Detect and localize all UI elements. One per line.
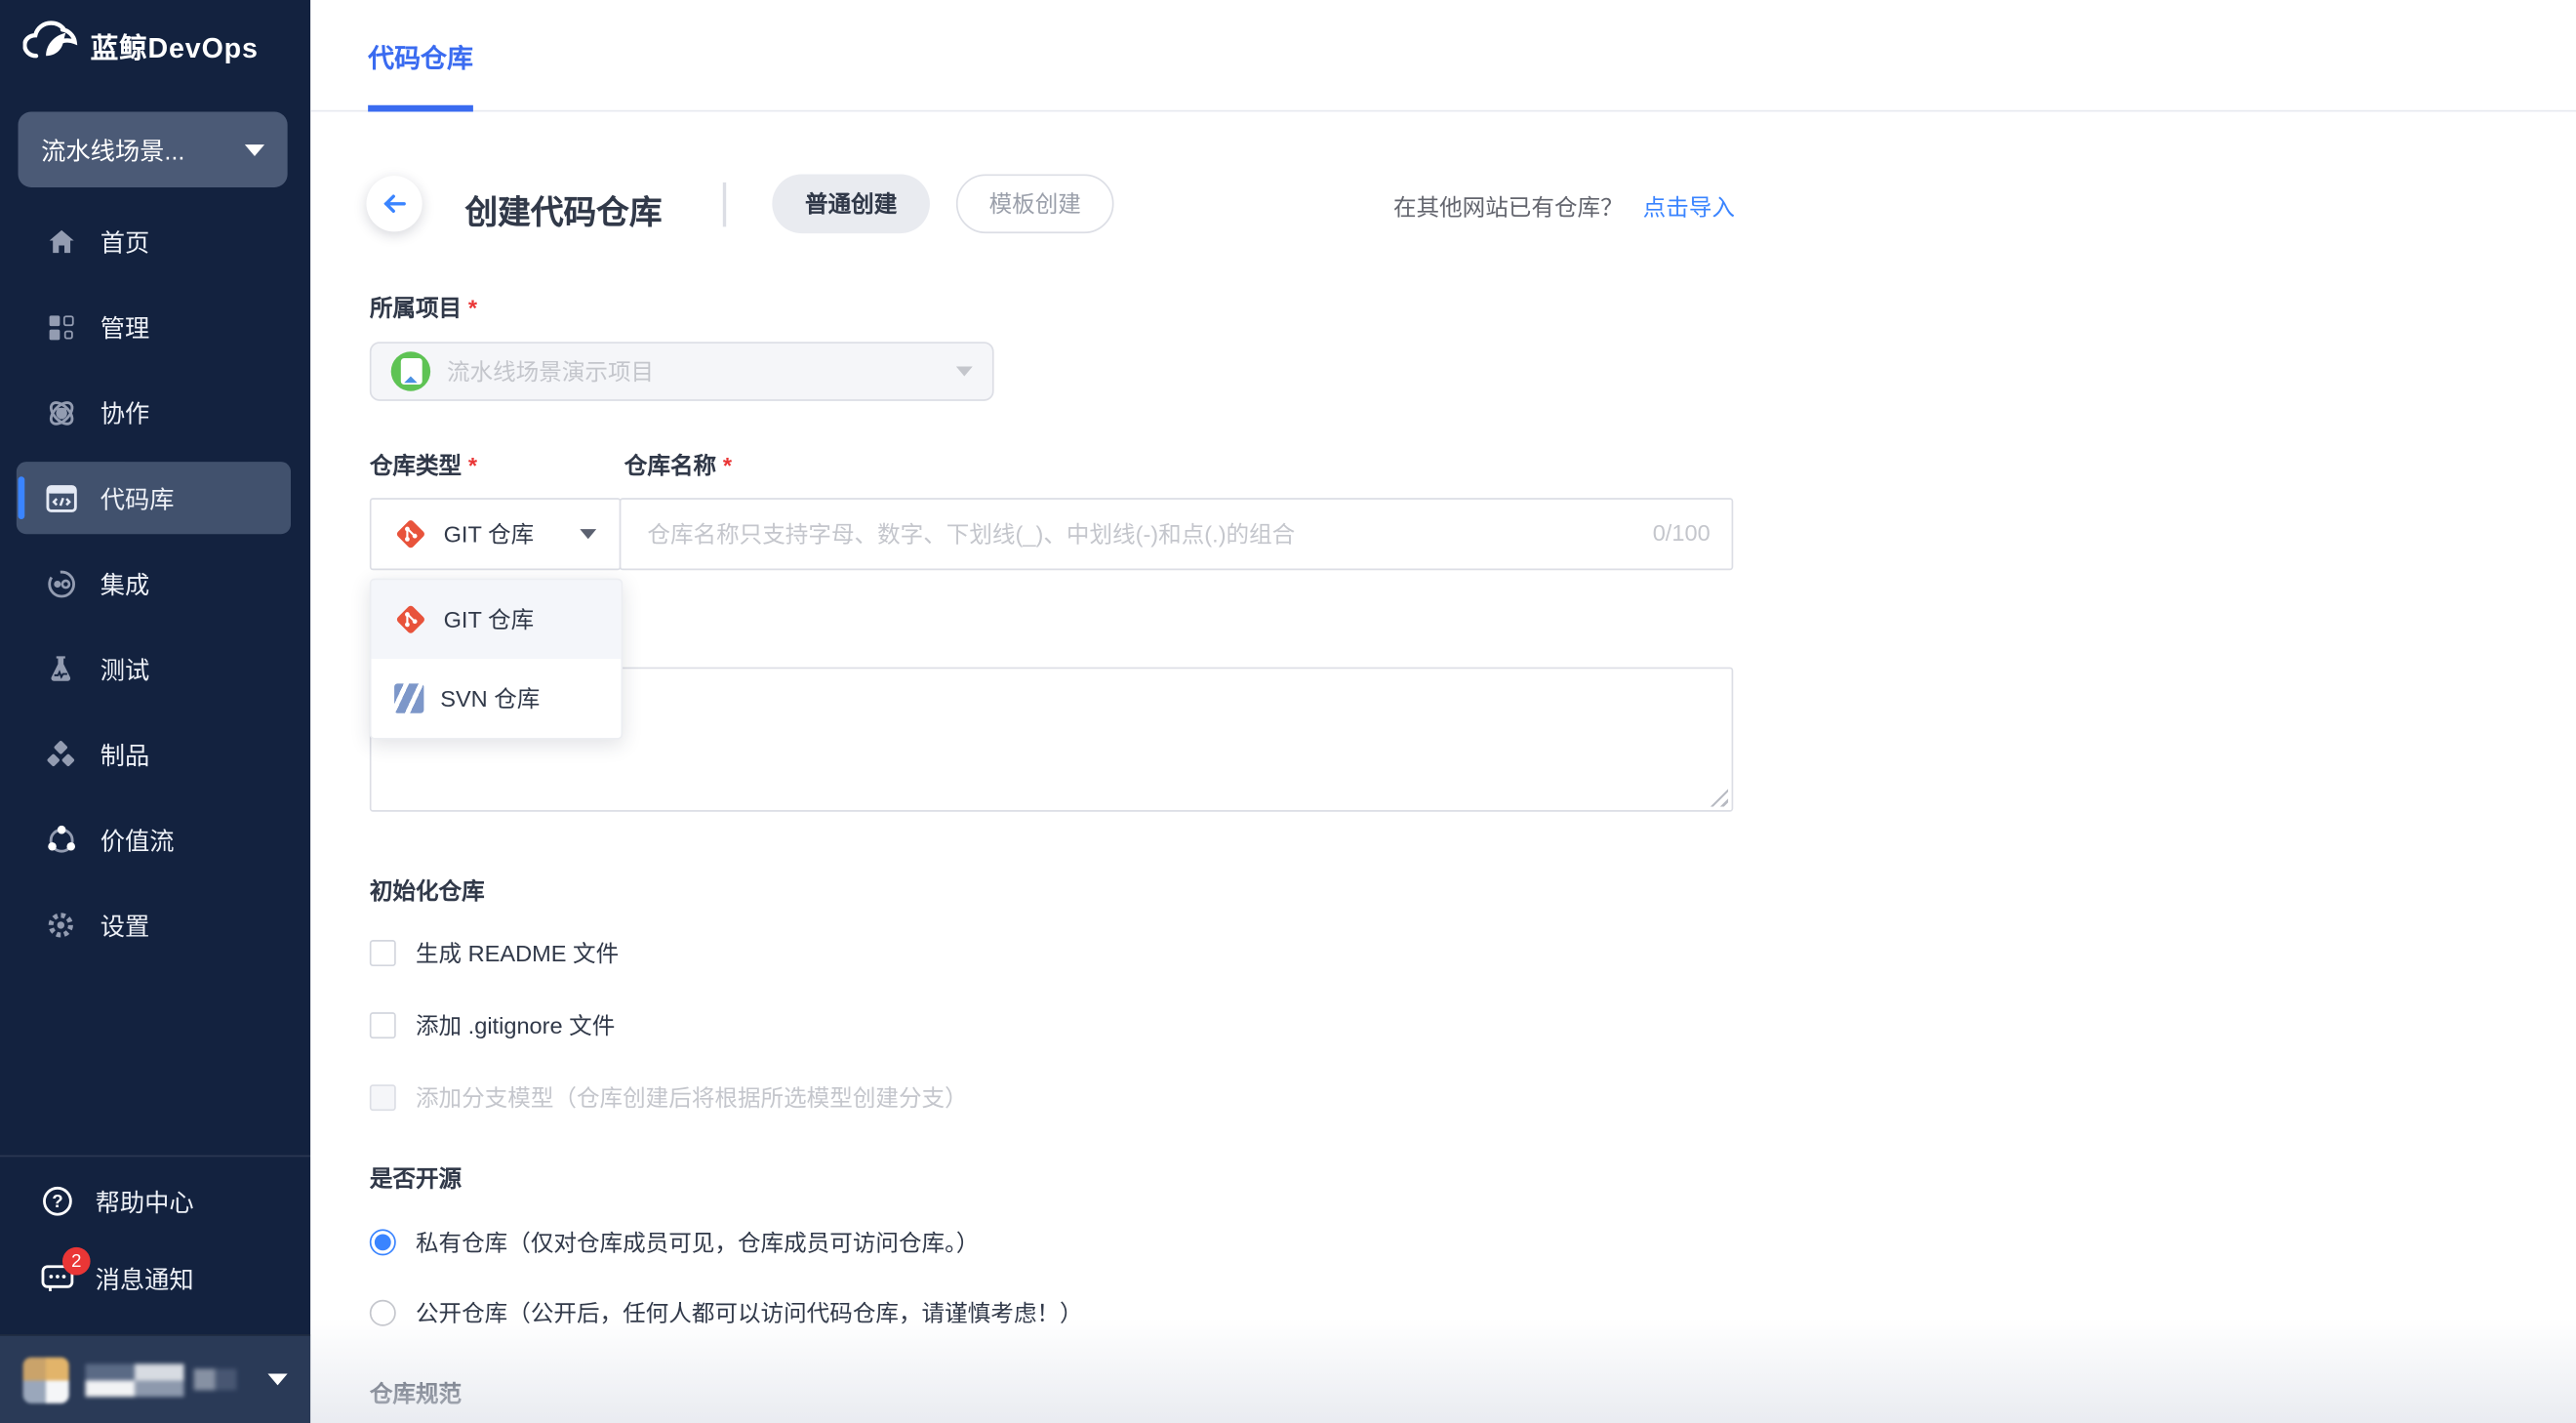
repo-name-input[interactable] [619, 498, 1734, 571]
user-menu[interactable] [0, 1334, 311, 1423]
sidebar-item-collab[interactable]: T 协作 [0, 370, 310, 456]
artifact-icon [44, 738, 77, 771]
notifications[interactable]: 2 消息通知 [0, 1245, 310, 1311]
git-icon [396, 605, 424, 633]
radio-private[interactable]: 私有仓库（仅对仓库成员可见，仓库成员可访问仓库。） [369, 1226, 979, 1259]
sidebar-divider [0, 1155, 311, 1158]
username-redacted-2 [193, 1368, 237, 1391]
sidebar-item-manage[interactable]: 管理 [0, 284, 310, 370]
tab-bar: 代码仓库 [310, 0, 2576, 112]
mode-normal-button[interactable]: 普通创建 [772, 174, 930, 234]
radio-icon[interactable] [369, 1299, 396, 1326]
project-avatar-icon [390, 351, 431, 391]
svn-icon [394, 683, 424, 713]
checkbox-icon [369, 1084, 396, 1112]
codelib-icon [44, 481, 77, 514]
checkbox-icon[interactable] [369, 1012, 396, 1039]
sidebar-item-settings[interactable]: 设置 [0, 882, 310, 968]
repo-name-field: 0/100 [619, 498, 1734, 571]
avatar [22, 1356, 69, 1403]
project-select-value: 流水线场景演示项目 [446, 358, 655, 385]
app-window: 蓝鲸DevOps 流水线场景... 首页 管理 T 协作 代码库 集成 测试 制… [0, 0, 2576, 1423]
chevron-down-icon [580, 529, 597, 540]
main-area: 代码仓库 创建代码仓库 普通创建 模板创建 在其他网站已有仓库？ 点击导入 所属… [310, 0, 2576, 1423]
option-git[interactable]: GIT 仓库 [371, 580, 622, 660]
radio-public[interactable]: 公开仓库（公开后，任何人都可以访问代码仓库，请谨慎考虑！） [369, 1296, 1083, 1329]
git-icon [396, 520, 424, 549]
help-center[interactable]: ? 帮助中心 [0, 1168, 310, 1234]
mode-template-button[interactable]: 模板创建 [955, 174, 1114, 234]
sidebar-item-artifact[interactable]: 制品 [0, 712, 310, 797]
chevron-down-icon [267, 1373, 288, 1386]
checkbox-icon[interactable] [369, 940, 396, 966]
repo-type-select[interactable]: GIT 仓库 [369, 498, 622, 571]
divider [722, 182, 727, 227]
repo-type-value: GIT 仓库 [443, 520, 535, 548]
checkbox-branch-model: 添加分支模型（仓库创建后将根据所选模型创建分支） [369, 1081, 968, 1115]
brand: 蓝鲸DevOps [22, 20, 259, 69]
brand-name: 蓝鲸DevOps [90, 31, 259, 63]
import-hint: 在其他网站已有仓库？ [1392, 193, 1624, 221]
sidebar-item-home[interactable]: 首页 [0, 199, 310, 285]
import-link[interactable]: 点击导入 [1643, 194, 1735, 221]
sidebar-item-codelib[interactable]: 代码库 [0, 455, 310, 541]
project-label: 所属项目 * [369, 294, 478, 321]
import-area: 在其他网站已有仓库？ 点击导入 [1393, 190, 1735, 224]
option-svn[interactable]: SVN 仓库 [372, 659, 622, 738]
repo-type-label: 仓库类型 * [369, 452, 478, 478]
project-switcher-label: 流水线场景... [41, 137, 185, 166]
project-select[interactable]: 流水线场景演示项目 [369, 342, 994, 401]
project-switcher[interactable]: 流水线场景... [18, 111, 288, 187]
checkbox-gitignore[interactable]: 添加 .gitignore 文件 [369, 1009, 615, 1042]
help-icon: ? [39, 1183, 75, 1219]
integrate-icon [44, 567, 77, 600]
sidebar-item-test[interactable]: 测试 [0, 626, 310, 712]
create-repo-form: 创建代码仓库 普通创建 模板创建 在其他网站已有仓库？ 点击导入 所属项目 * 流… [310, 111, 2576, 1423]
blueking-logo-icon [22, 20, 78, 59]
sidebar: 蓝鲸DevOps 流水线场景... 首页 管理 T 协作 代码库 集成 测试 制… [0, 0, 311, 1423]
char-counter: 0/100 [1652, 519, 1711, 546]
visibility-section-label: 是否开源 [369, 1164, 463, 1192]
home-icon [44, 225, 77, 259]
radio-icon-selected[interactable] [369, 1229, 396, 1256]
svg-text:?: ? [52, 1191, 62, 1211]
arrow-left-icon [383, 194, 406, 214]
apps-icon [44, 310, 77, 344]
init-section-label: 初始化仓库 [369, 877, 485, 905]
settings-icon [44, 909, 77, 942]
required-asterisk: * [467, 294, 478, 321]
value-stream-icon [44, 824, 77, 857]
chevron-down-icon [955, 366, 973, 377]
bottom-fade [310, 1318, 2576, 1423]
tab-code-repository[interactable]: 代码仓库 [368, 0, 473, 112]
resize-handle-icon[interactable] [1710, 789, 1729, 807]
collab-icon: T [44, 396, 77, 429]
svg-text:T: T [58, 408, 64, 420]
spec-section-label: 仓库规范 [369, 1380, 463, 1407]
repo-name-label: 仓库名称 * [624, 452, 732, 478]
page-title: 创建代码仓库 [464, 195, 663, 232]
username-redacted [85, 1362, 184, 1397]
message-icon: 2 [39, 1246, 91, 1296]
test-icon [44, 652, 77, 685]
back-button[interactable] [366, 176, 423, 232]
sidebar-nav: 首页 管理 T 协作 代码库 集成 测试 制品 价值流 设置 [0, 199, 310, 968]
checkbox-readme[interactable]: 生成 README 文件 [369, 937, 619, 970]
chevron-down-icon [244, 143, 265, 156]
repo-type-dropdown: GIT 仓库 SVN 仓库 [369, 578, 624, 740]
sidebar-item-integrate[interactable]: 集成 [0, 541, 310, 627]
notification-badge: 2 [61, 1246, 91, 1276]
active-indicator [18, 476, 25, 520]
sidebar-item-value-stream[interactable]: 价值流 [0, 797, 310, 883]
